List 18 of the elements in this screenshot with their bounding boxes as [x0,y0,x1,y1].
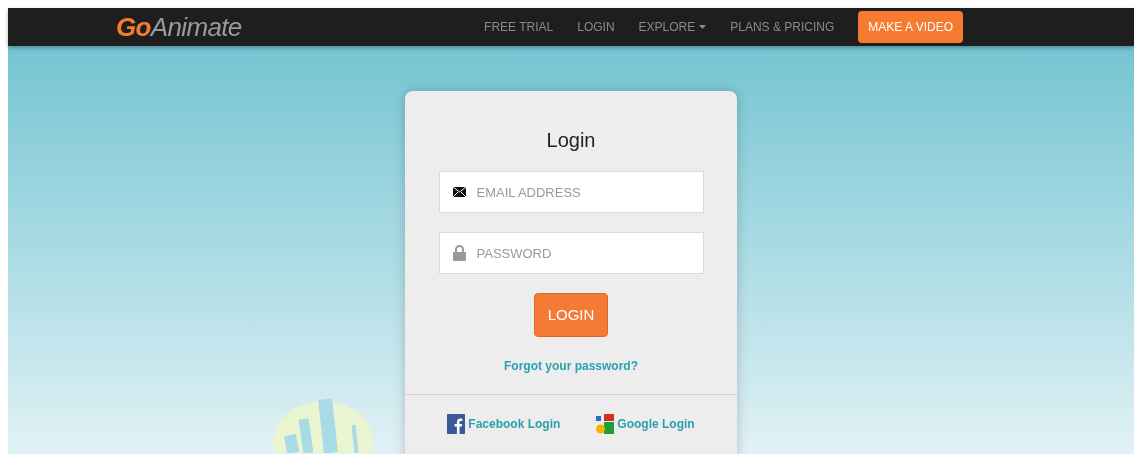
make-video-button[interactable]: MAKE A VIDEO [858,11,963,43]
nav-link[interactable]: FREE TRIAL [484,18,554,36]
password-field[interactable]: PASSWORD [438,232,704,274]
envelope-icon [452,187,466,197]
nav-link[interactable]: LOGIN [577,18,615,36]
caret-icon [699,25,707,29]
logo[interactable]: GoAnimate [116,7,242,47]
nav-link[interactable]: PLANS & PRICING [730,18,835,36]
nav-link[interactable]: EXPLORE [638,18,707,36]
social-login-link[interactable]: Facebook Login [447,414,561,434]
forgot-password-link[interactable]: Forgot your password? [504,357,638,375]
facebook-icon [447,414,466,434]
email-field[interactable]: EMAIL ADDRESS [438,171,704,213]
login-title: Login [546,128,596,153]
google-icon [596,414,615,434]
lock-icon [452,245,466,261]
social-login-link[interactable]: Google Login [596,414,695,434]
login-button[interactable]: LOGIN [534,293,608,337]
